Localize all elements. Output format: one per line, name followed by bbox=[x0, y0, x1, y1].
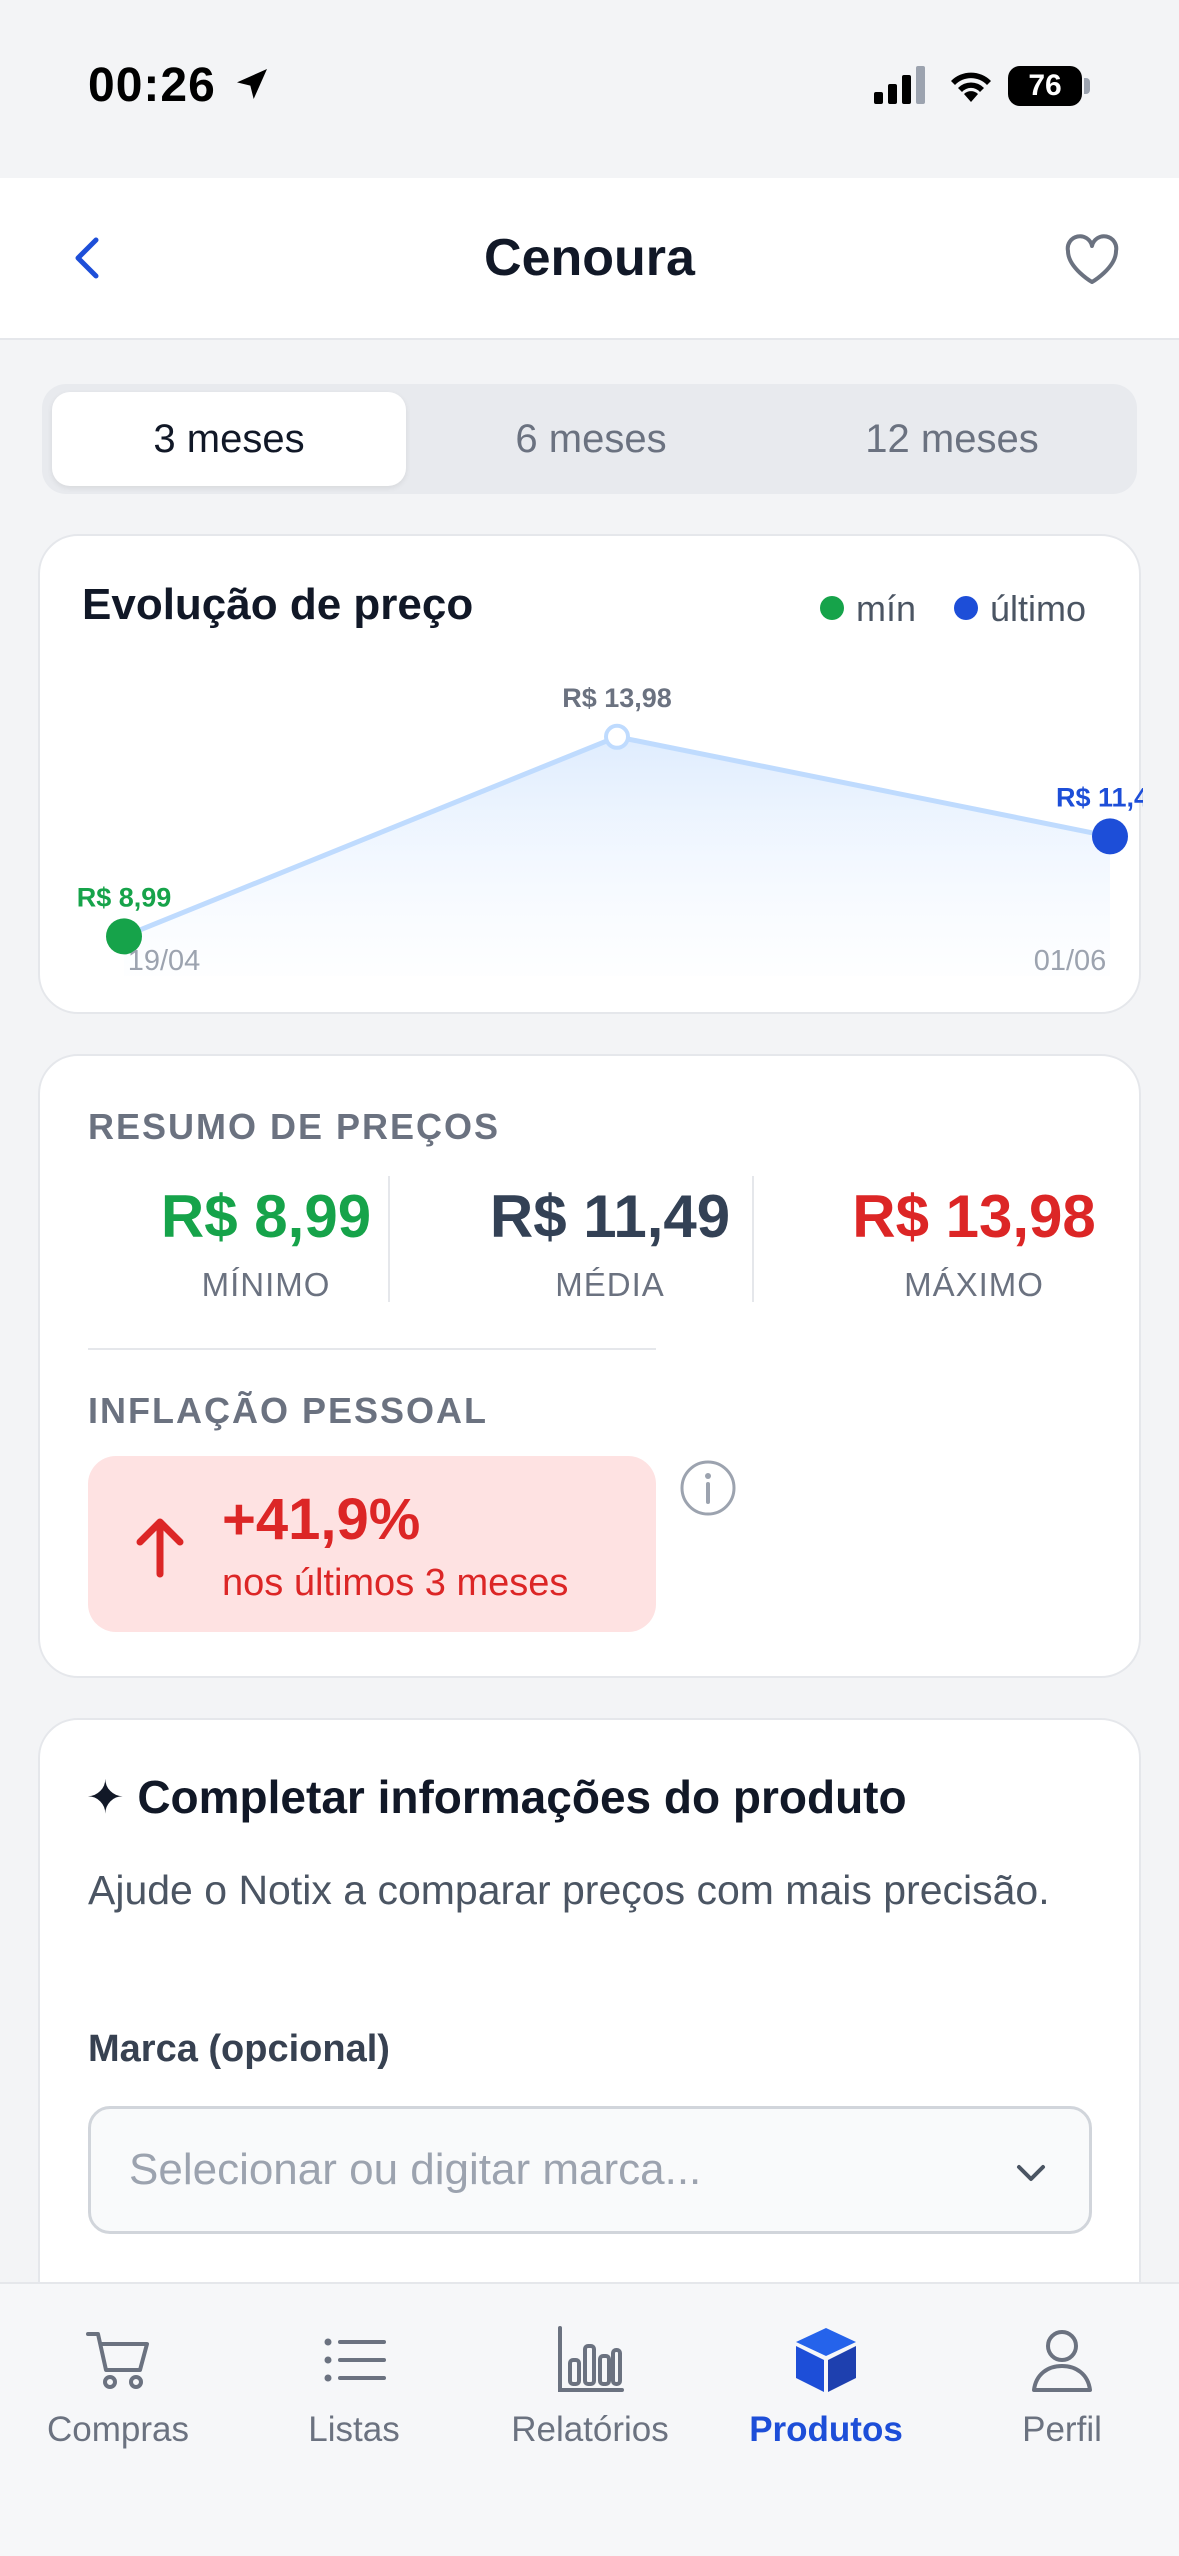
battery-icon: 76 bbox=[1008, 66, 1082, 106]
chevron-down-icon bbox=[1017, 2165, 1045, 2181]
bottom-tab-bar: Compras Listas Relatórios Produtos Perfi… bbox=[0, 2282, 1179, 2556]
bar-chart-icon bbox=[558, 2326, 624, 2392]
avg-price-value: R$ 11,49 bbox=[489, 1183, 731, 1250]
price-chart: R$ 8,99 R$ 13,98 R$ 11,49 19/04 01/06 bbox=[77, 683, 1143, 977]
inflation-section-label: INFLAÇÃO PESSOAL bbox=[88, 1390, 489, 1431]
battery-level: 76 bbox=[1028, 69, 1062, 102]
chart-x-tick-label: 19/04 bbox=[128, 945, 201, 977]
page-title: Cenoura bbox=[484, 229, 695, 287]
summary-section-label: RESUMO DE PREÇOS bbox=[88, 1106, 501, 1147]
tab-produtos-label: Produtos bbox=[749, 2410, 903, 2449]
tab-compras[interactable]: Compras bbox=[0, 2324, 236, 2450]
price-summary-card: RESUMO DE PREÇOS R$ 8,99 MÍNIMO R$ 11,49… bbox=[38, 1054, 1141, 1678]
brand-field-label: Marca (opcional) bbox=[88, 2028, 390, 2070]
complete-info-description: Ajude o Notix a comparar preços com mais… bbox=[88, 1867, 1050, 1913]
period-segmented-control: 3 meses 6 meses 12 meses bbox=[42, 384, 1137, 494]
avg-price-label: MÉDIA bbox=[555, 1266, 665, 1303]
chart-data-label: R$ 11,49 bbox=[1056, 782, 1143, 812]
tab-12-meses[interactable]: 12 meses bbox=[775, 392, 1129, 486]
section-divider bbox=[88, 1348, 656, 1350]
info-icon[interactable] bbox=[678, 1458, 738, 1518]
complete-info-title: ✦ Completar informações do produto bbox=[86, 1771, 907, 1823]
tab-compras-label: Compras bbox=[47, 2410, 189, 2449]
inflation-value: +41,9% bbox=[222, 1487, 421, 1552]
min-price-value: R$ 8,99 bbox=[160, 1183, 372, 1250]
tab-perfil-label: Perfil bbox=[1022, 2410, 1102, 2449]
status-time: 00:26 bbox=[88, 59, 216, 112]
chart-data-label: R$ 8,99 bbox=[77, 882, 172, 912]
list-icon bbox=[324, 2338, 386, 2382]
max-price-label: MÁXIMO bbox=[904, 1266, 1044, 1303]
min-price-label: MÍNIMO bbox=[201, 1266, 331, 1303]
tab-relatorios[interactable]: Relatórios bbox=[472, 2324, 708, 2450]
chart-point bbox=[604, 723, 630, 750]
stat-divider bbox=[388, 1176, 390, 1302]
location-arrow-icon bbox=[237, 69, 267, 99]
cart-icon bbox=[86, 2332, 149, 2389]
stat-divider bbox=[752, 1176, 754, 1302]
inflation-period: nos últimos 3 meses bbox=[222, 1562, 569, 1604]
tab-perfil[interactable]: Perfil bbox=[944, 2324, 1179, 2450]
brand-select-placeholder: Selecionar ou digitar marca... bbox=[129, 2145, 702, 2194]
chart-area bbox=[124, 736, 1110, 976]
person-icon bbox=[1032, 2330, 1092, 2392]
chart-data-label: R$ 13,98 bbox=[562, 683, 672, 713]
brand-select[interactable]: Selecionar ou digitar marca... bbox=[88, 2106, 1092, 2234]
tab-3-meses[interactable]: 3 meses bbox=[52, 392, 406, 486]
tab-relatorios-label: Relatórios bbox=[511, 2410, 669, 2449]
chart-point bbox=[1092, 818, 1128, 855]
price-evolution-card: Evolução de preço mín último R$ 8,99 R$ 1… bbox=[38, 534, 1143, 1014]
inflation-badge: +41,9% nos últimos 3 meses bbox=[88, 1456, 656, 1632]
chart-x-tick-label: 01/06 bbox=[1034, 945, 1107, 977]
status-bar: 00:26 76 bbox=[0, 0, 1179, 178]
arrow-up-icon bbox=[136, 1518, 184, 1578]
cellular-signal-icon bbox=[874, 66, 925, 104]
heart-icon[interactable] bbox=[1060, 228, 1124, 292]
tab-listas[interactable]: Listas bbox=[236, 2324, 472, 2450]
box-icon bbox=[796, 2328, 856, 2392]
tab-listas-label: Listas bbox=[308, 2410, 400, 2449]
battery-cap bbox=[1084, 78, 1090, 94]
max-price-value: R$ 13,98 bbox=[852, 1183, 1096, 1250]
nav-header: Cenoura bbox=[0, 178, 1179, 340]
tab-6-meses[interactable]: 6 meses bbox=[414, 392, 768, 486]
tab-produtos[interactable]: Produtos bbox=[708, 2324, 944, 2450]
wifi-icon bbox=[951, 72, 991, 102]
